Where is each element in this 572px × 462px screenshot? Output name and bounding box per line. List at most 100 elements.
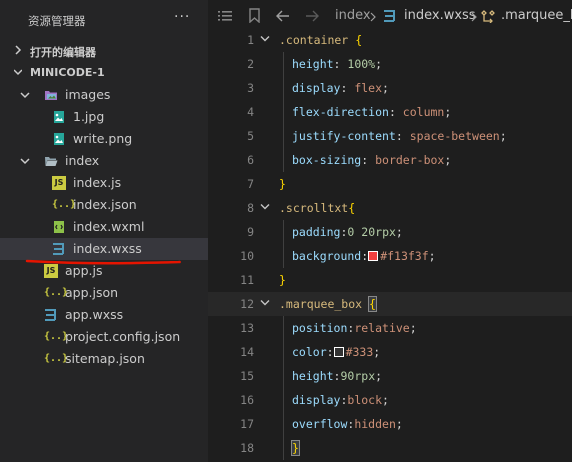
token-brace: { [368,296,377,312]
token-prop: color [292,345,327,359]
token-punctuation: : [333,57,348,71]
chevron-down-icon[interactable] [20,155,30,167]
line-number: 2 [247,57,254,71]
code-line[interactable]: 5 justify-content: space-between; [208,124,572,148]
tree-file[interactable]: app.wxss [0,304,208,326]
bookmark-icon[interactable] [249,8,260,23]
token-punctuation: ; [375,369,383,383]
indent-guide [283,124,284,148]
section-open-editors[interactable]: 打开的编辑器 [0,40,208,62]
tree-item-label: 1.jpg [73,109,105,124]
code-line[interactable]: 7} [208,172,572,196]
token-unit: rpx [354,369,376,383]
code-line[interactable]: 3 display: flex; [208,76,572,100]
explorer-title: 资源管理器 [28,14,86,28]
list-icon[interactable] [218,10,232,22]
token-prop: position [292,321,348,335]
forward-arrow-icon[interactable] [305,10,319,22]
tree-file[interactable]: {..} project.config.json [0,326,208,348]
tree-item-label: app.wxss [65,307,124,322]
chevron-down-icon[interactable] [20,89,30,101]
line-number: 12 [240,297,254,311]
fold-chevron-icon[interactable] [260,35,270,43]
code-line[interactable]: 16 display:block; [208,388,572,412]
code-text: background: #f13f3f; [292,249,436,263]
token-sel: .marquee_box [279,297,363,311]
code-line[interactable]: 17 overflow:hidden; [208,412,572,436]
indent-guide [283,364,284,388]
tree-file[interactable]: 1.jpg [0,106,208,128]
code-text: display: flex; [292,81,389,95]
tree-file[interactable]: {..} index.json [0,194,208,216]
fold-chevron-icon[interactable] [260,203,270,211]
tree-file[interactable]: JS index.js [0,172,208,194]
token-punctuation: : [340,81,355,95]
token-brace: } [291,440,300,456]
token-punctuation: ; [499,129,507,143]
editor-pane: index index.wxss .marquee_bo 1 .container… [208,0,572,462]
code-line[interactable]: 2 height: 100%; [208,52,572,76]
image-folder-icon [45,91,57,100]
token-punctuation: ; [375,57,383,71]
css-file-icon [384,10,395,22]
code-text: } [279,177,286,191]
line-number: 1 [247,33,254,47]
code-line[interactable]: 13 position:relative; [208,316,572,340]
code-text: height: 100%; [292,57,382,71]
image-file-icon [54,111,64,123]
code-line[interactable]: 14 color: #333; [208,340,572,364]
tree-file[interactable]: {..} app.json [0,282,208,304]
chevron-down-icon [14,69,22,76]
token-val: #f13f3f [380,249,429,263]
code-line[interactable]: 10 background: #f13f3f; [208,244,572,268]
token-prop: height [292,369,334,383]
indent-guide [283,412,284,436]
code-line[interactable]: 12 .marquee_box { [208,292,572,316]
token-prop: box-sizing [292,153,362,167]
line-number: 11 [240,273,254,287]
code-line[interactable]: 11} [208,268,572,292]
tree-folder[interactable]: index [0,150,208,172]
code-line[interactable]: 8 .scrolltxt{ [208,196,572,220]
code-line[interactable]: 4 flex-direction: column; [208,100,572,124]
wxml-file-icon [54,221,64,233]
tree-file[interactable]: index.wxss [0,238,208,260]
tree-file[interactable]: {..} sitemap.json [0,348,208,370]
code-text: } [291,440,300,456]
line-number: 14 [240,345,254,359]
breadcrumb-file[interactable]: index.wxss [404,8,476,23]
line-number: 16 [240,393,254,407]
code-text: .scrolltxt{ [279,201,355,215]
breadcrumb-symbol[interactable]: .marquee_bo [501,8,572,23]
code-area[interactable]: 1 .container {2 height: 100%; 3 display: fle… [208,28,572,462]
section-project[interactable]: MINICODE-1 [0,62,208,84]
code-line[interactable]: 15 height:90rpx; [208,364,572,388]
color-swatch-icon[interactable] [368,251,379,261]
back-arrow-icon[interactable] [276,10,290,22]
code-line[interactable]: 9 padding:0 20rpx; [208,220,572,244]
breadcrumb-folder[interactable]: index [335,8,371,23]
code-line[interactable]: 1 .container { [208,28,572,52]
token-sel: .container [279,33,349,47]
token-punctuation: ; [373,345,381,359]
token-punctuation: : [326,345,334,359]
tree-item-label: write.png [73,131,133,146]
token-prop: justify-content [292,129,396,143]
indent-guide [283,316,284,340]
token-unit: rpx [375,225,396,239]
token-prop: display [292,81,341,95]
tree-folder[interactable]: images [0,84,208,106]
fold-chevron-icon[interactable] [260,299,270,307]
token-punctuation: ; [444,153,452,167]
tree-file[interactable]: index.wxml [0,216,208,238]
tree-file[interactable]: write.png [0,128,208,150]
line-number: 18 [240,441,254,455]
code-line[interactable]: 18} [208,436,572,460]
code-line[interactable]: 6 box-sizing: border-box; [208,148,572,172]
color-swatch-icon[interactable] [333,347,344,357]
chevron-right-icon [15,45,22,55]
symbol-class-icon [481,10,495,23]
tree-item-label: index.wxss [73,241,142,256]
more-actions-icon[interactable]: ··· [174,9,190,25]
code-text: display:block; [292,393,389,407]
